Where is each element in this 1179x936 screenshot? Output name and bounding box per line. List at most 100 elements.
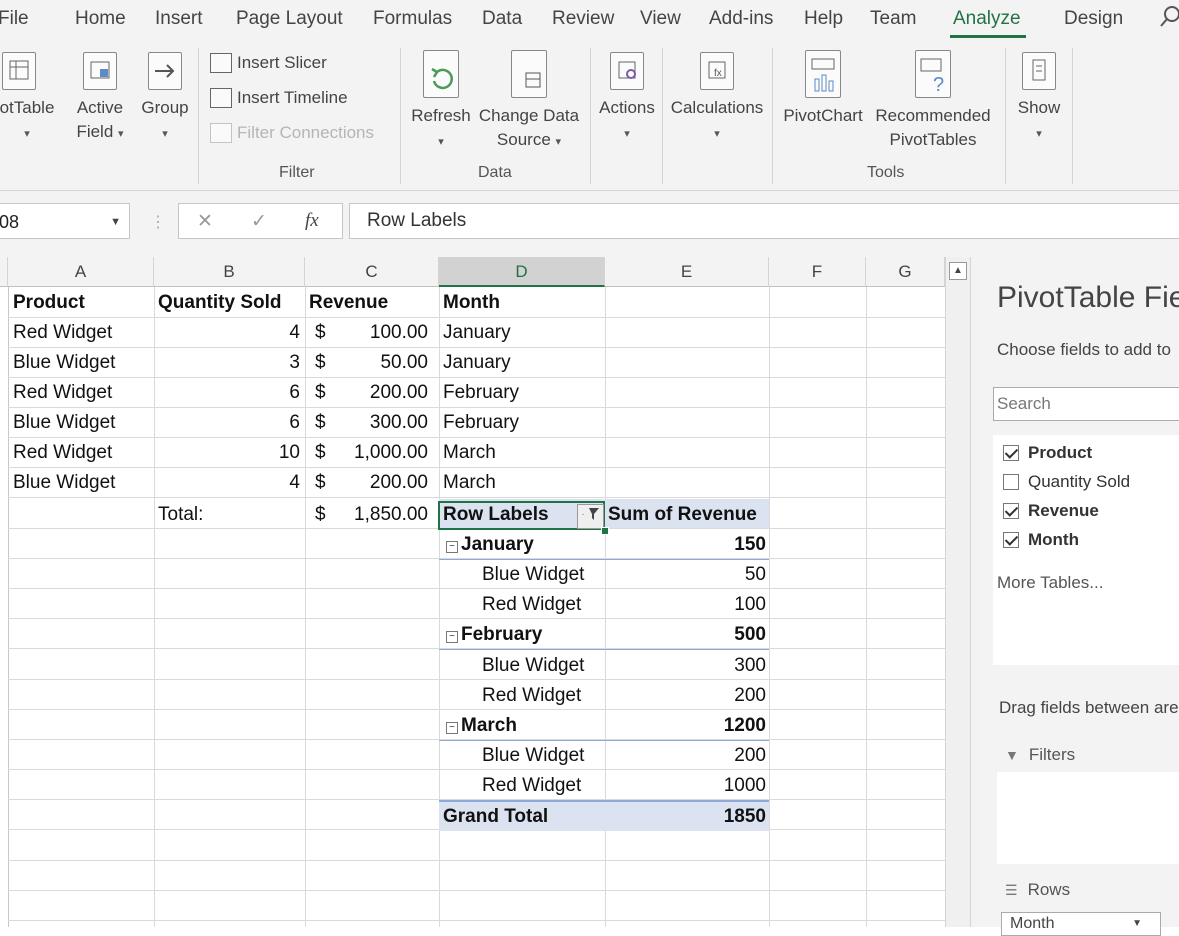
tab-file[interactable]: File: [0, 8, 29, 30]
tab-page-layout[interactable]: Page Layout: [236, 8, 343, 30]
header-revenue[interactable]: Revenue: [309, 288, 388, 318]
change-data-source-button[interactable]: Change Data Source ▾: [478, 50, 580, 154]
cell-qty[interactable]: 10: [154, 438, 300, 468]
pivot-group-total[interactable]: 500: [605, 620, 766, 650]
chevron-down-icon[interactable]: ▼: [110, 204, 121, 240]
formula-input[interactable]: Row Labels: [349, 203, 1179, 239]
enter-icon[interactable]: ✓: [251, 210, 267, 233]
tab-help[interactable]: Help: [804, 8, 843, 30]
refresh-button[interactable]: Refresh ▾: [410, 50, 472, 154]
tab-data[interactable]: Data: [482, 8, 522, 30]
insert-function-icon[interactable]: fx: [305, 210, 319, 232]
cell-currency[interactable]: $: [315, 318, 326, 348]
column-header-e[interactable]: E: [605, 257, 769, 287]
cell-product[interactable]: Blue Widget: [13, 468, 115, 498]
cell-month[interactable]: February: [443, 408, 519, 438]
cell-currency[interactable]: $: [315, 348, 326, 378]
pivot-item-value[interactable]: 50: [605, 560, 766, 590]
tab-insert[interactable]: Insert: [155, 8, 203, 30]
pivot-group-total[interactable]: 150: [605, 530, 766, 560]
cell-product[interactable]: Blue Widget: [13, 348, 115, 378]
cell-currency[interactable]: $: [315, 438, 326, 468]
cell-currency[interactable]: $: [315, 468, 326, 498]
pivot-item-value[interactable]: 200: [605, 681, 766, 711]
cell-product[interactable]: Red Widget: [13, 318, 112, 348]
pivot-group-row[interactable]: − February: [446, 620, 542, 650]
cell-month[interactable]: February: [443, 378, 519, 408]
cell-currency[interactable]: $: [315, 408, 326, 438]
field-search-input[interactable]: Search: [993, 387, 1179, 421]
cancel-icon[interactable]: ✕: [197, 210, 213, 233]
tell-me-search-icon[interactable]: [1160, 4, 1179, 36]
pivot-item-label[interactable]: Blue Widget: [482, 651, 584, 681]
filters-drop-area[interactable]: [997, 772, 1179, 864]
total-currency[interactable]: $: [315, 500, 326, 530]
column-header-d[interactable]: D: [439, 257, 605, 287]
rows-field-month[interactable]: Month ▼: [1001, 912, 1161, 936]
checkbox-checked-icon[interactable]: [1003, 445, 1019, 461]
pivot-item-value[interactable]: 100: [605, 590, 766, 620]
group-button[interactable]: Group ▾: [137, 52, 193, 146]
active-field-button[interactable]: Active Field ▾: [70, 52, 130, 146]
pivot-group-row[interactable]: − March: [446, 711, 517, 741]
collapse-icon[interactable]: −: [446, 722, 458, 734]
cell-product[interactable]: Red Widget: [13, 378, 112, 408]
pivot-item-value[interactable]: 300: [605, 651, 766, 681]
collapse-icon[interactable]: −: [446, 541, 458, 553]
cell-revenue[interactable]: 200.00: [330, 468, 428, 498]
header-quantity-sold[interactable]: Quantity Sold: [158, 288, 282, 318]
column-header-g[interactable]: G: [866, 257, 945, 287]
cell-month[interactable]: March: [443, 468, 496, 498]
show-button[interactable]: Show ▾: [1012, 52, 1066, 146]
recommended-pivottables-button[interactable]: ? Recommended PivotTables: [870, 50, 996, 152]
total-value[interactable]: 1,850.00: [330, 500, 428, 530]
cell-qty[interactable]: 6: [154, 408, 300, 438]
cell-month[interactable]: March: [443, 438, 496, 468]
tab-home[interactable]: Home: [75, 8, 126, 30]
checkbox-icon[interactable]: [1003, 474, 1019, 490]
column-header-f[interactable]: F: [769, 257, 866, 287]
pivot-item-label[interactable]: Blue Widget: [482, 560, 584, 590]
cell-revenue[interactable]: 50.00: [330, 348, 428, 378]
collapse-icon[interactable]: −: [446, 631, 458, 643]
pivottable-button[interactable]: otTable ▾: [0, 52, 62, 146]
row-labels-filter-icon[interactable]: .: [577, 504, 604, 529]
checkbox-checked-icon[interactable]: [1003, 532, 1019, 548]
pivot-item-label[interactable]: Blue Widget: [482, 741, 584, 771]
field-revenue[interactable]: Revenue: [1003, 501, 1099, 521]
header-product[interactable]: Product: [13, 288, 85, 318]
field-product[interactable]: Product: [1003, 443, 1092, 463]
cell-month[interactable]: January: [443, 318, 511, 348]
pivot-item-label[interactable]: Red Widget: [482, 681, 581, 711]
tab-view[interactable]: View: [640, 8, 681, 30]
tab-add-ins[interactable]: Add-ins: [709, 8, 773, 30]
tab-review[interactable]: Review: [552, 8, 614, 30]
cell-qty[interactable]: 4: [154, 318, 300, 348]
field-month[interactable]: Month: [1003, 530, 1079, 550]
pivot-group-total[interactable]: 1200: [605, 711, 766, 741]
column-header-a[interactable]: A: [8, 257, 154, 287]
name-box[interactable]: 08 ▼: [0, 203, 130, 239]
checkbox-checked-icon[interactable]: [1003, 503, 1019, 519]
column-header-c[interactable]: C: [305, 257, 439, 287]
cell-product[interactable]: Blue Widget: [13, 408, 115, 438]
pivot-item-value[interactable]: 1000: [605, 771, 766, 801]
pivot-grand-total-label[interactable]: Grand Total: [443, 802, 548, 832]
tab-formulas[interactable]: Formulas: [373, 8, 452, 30]
tab-design[interactable]: Design: [1064, 8, 1123, 30]
cell-revenue[interactable]: 100.00: [330, 318, 428, 348]
filter-connections-button[interactable]: Filter Connections: [210, 123, 374, 143]
calculations-button[interactable]: fx Calculations ▾: [668, 52, 766, 146]
worksheet-grid[interactable]: A B C D E F G Product Quantity Sold Reve…: [0, 257, 945, 927]
pivot-grand-total-value[interactable]: 1850: [605, 802, 766, 832]
tab-analyze[interactable]: Analyze: [953, 8, 1021, 30]
tab-team[interactable]: Team: [870, 8, 916, 30]
cell-qty[interactable]: 3: [154, 348, 300, 378]
cell-revenue[interactable]: 1,000.00: [330, 438, 428, 468]
cell-currency[interactable]: $: [315, 378, 326, 408]
cell-month[interactable]: January: [443, 348, 511, 378]
more-tables-link[interactable]: More Tables...: [997, 573, 1103, 593]
column-header-b[interactable]: B: [154, 257, 305, 287]
pivot-item-label[interactable]: Red Widget: [482, 771, 581, 801]
chevron-down-icon[interactable]: ▼: [1132, 913, 1142, 935]
